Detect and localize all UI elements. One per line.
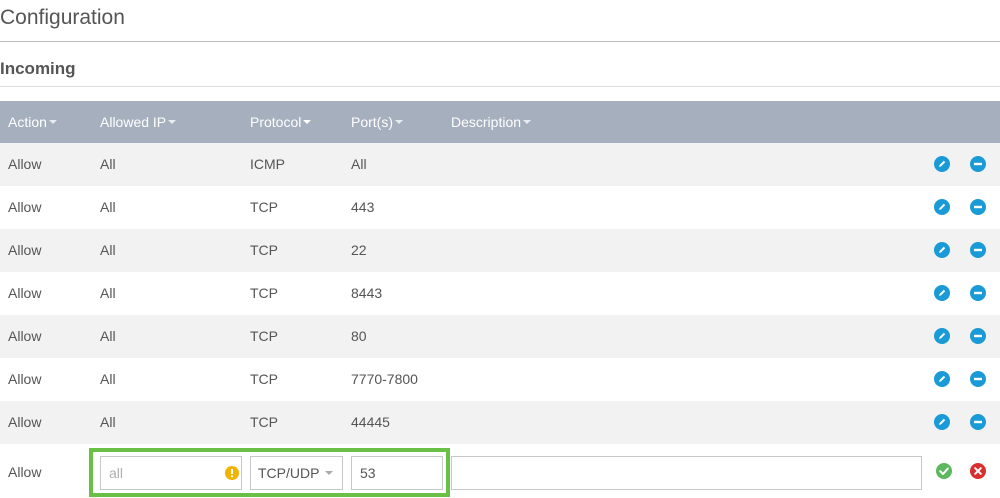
cell-allowed-ip: All <box>100 242 116 258</box>
confirm-rule-button[interactable] <box>936 463 952 479</box>
minus-circle-icon <box>970 199 986 215</box>
cell-allowed-ip: All <box>100 414 116 430</box>
cell-ports: 80 <box>351 328 367 344</box>
new-rule-action: Allow <box>8 464 42 480</box>
sort-caret-icon <box>303 120 312 125</box>
cell-ports: 443 <box>351 199 375 215</box>
minus-circle-icon <box>970 328 986 344</box>
column-header-label: Protocol <box>250 114 302 130</box>
remove-rule-button[interactable] <box>970 414 986 430</box>
column-header-action[interactable]: Action <box>8 101 57 143</box>
cell-allowed-ip: All <box>100 285 116 301</box>
remove-rule-button[interactable] <box>970 156 986 172</box>
remove-rule-button[interactable] <box>970 328 986 344</box>
cell-action: Allow <box>8 242 42 258</box>
column-header-description[interactable]: Description <box>451 101 532 143</box>
minus-circle-icon <box>970 371 986 387</box>
x-circle-icon <box>970 463 986 479</box>
minus-circle-icon <box>970 156 986 172</box>
cell-ports: All <box>351 156 367 172</box>
sort-caret-icon <box>48 120 57 125</box>
cell-allowed-ip: All <box>100 371 116 387</box>
pencil-icon <box>934 285 950 301</box>
column-header-label: Description <box>451 114 522 130</box>
table-row: Allow All TCP 7770-7800 <box>0 358 1000 401</box>
table-row: Allow All TCP 22 <box>0 229 1000 272</box>
minus-circle-icon <box>970 285 986 301</box>
warning-icon <box>225 466 239 480</box>
section-title-incoming: Incoming <box>0 59 76 78</box>
cell-allowed-ip: All <box>100 199 116 215</box>
sort-caret-icon <box>523 120 532 125</box>
cell-action: Allow <box>8 371 42 387</box>
allowed-ip-input[interactable] <box>100 456 242 490</box>
sort-caret-icon <box>395 120 403 125</box>
check-circle-icon <box>936 463 952 479</box>
table-row: Allow All ICMP All <box>0 143 1000 186</box>
cell-protocol: TCP <box>250 414 278 430</box>
table-header: Action Allowed IP Protocol Port(s) Descr… <box>0 101 1000 143</box>
edit-rule-button[interactable] <box>934 242 950 258</box>
edit-rule-button[interactable] <box>934 371 950 387</box>
minus-circle-icon <box>970 414 986 430</box>
ports-input[interactable] <box>351 456 443 490</box>
cell-protocol: TCP <box>250 328 278 344</box>
pencil-icon <box>934 242 950 258</box>
title-divider <box>0 41 1000 42</box>
edit-rule-button[interactable] <box>934 156 950 172</box>
protocol-select[interactable]: TCP/UDP <box>250 456 343 490</box>
cell-protocol: TCP <box>250 242 278 258</box>
column-header-label: Port(s) <box>351 114 393 130</box>
cell-action: Allow <box>8 199 42 215</box>
pencil-icon <box>934 371 950 387</box>
pencil-icon <box>934 199 950 215</box>
column-header-label: Allowed IP <box>100 114 167 130</box>
cell-ports: 44445 <box>351 414 390 430</box>
edit-rule-button[interactable] <box>934 199 950 215</box>
table-row: Allow All TCP 443 <box>0 186 1000 229</box>
cell-protocol: TCP <box>250 371 278 387</box>
column-header-protocol[interactable]: Protocol <box>250 101 312 143</box>
chevron-down-icon <box>325 471 333 475</box>
remove-rule-button[interactable] <box>970 371 986 387</box>
table-row: Allow All TCP 80 <box>0 315 1000 358</box>
cell-ports: 7770-7800 <box>351 371 418 387</box>
pencil-icon <box>934 328 950 344</box>
page-title: Configuration <box>0 6 125 29</box>
edit-rule-button[interactable] <box>934 328 950 344</box>
cell-ports: 22 <box>351 242 367 258</box>
sort-caret-icon <box>168 120 177 125</box>
table-row: Allow All TCP 8443 <box>0 272 1000 315</box>
cell-allowed-ip: All <box>100 156 116 172</box>
cell-action: Allow <box>8 285 42 301</box>
cell-protocol: TCP <box>250 199 278 215</box>
cell-protocol: TCP <box>250 285 278 301</box>
cell-action: Allow <box>8 156 42 172</box>
remove-rule-button[interactable] <box>970 242 986 258</box>
minus-circle-icon <box>970 242 986 258</box>
pencil-icon <box>934 414 950 430</box>
cell-protocol: ICMP <box>250 156 285 172</box>
edit-rule-button[interactable] <box>934 285 950 301</box>
column-header-ports[interactable]: Port(s) <box>351 101 403 143</box>
description-input[interactable] <box>451 456 922 490</box>
edit-rule-button[interactable] <box>934 414 950 430</box>
protocol-select-value: TCP/UDP <box>258 465 320 481</box>
column-header-allowed-ip[interactable]: Allowed IP <box>100 101 177 143</box>
cell-action: Allow <box>8 414 42 430</box>
cell-action: Allow <box>8 328 42 344</box>
cancel-rule-button[interactable] <box>970 463 986 479</box>
column-header-label: Action <box>8 114 47 130</box>
cell-allowed-ip: All <box>100 328 116 344</box>
remove-rule-button[interactable] <box>970 285 986 301</box>
cell-ports: 8443 <box>351 285 383 301</box>
table-row: Allow All TCP 44445 <box>0 401 1000 444</box>
pencil-icon <box>934 156 950 172</box>
remove-rule-button[interactable] <box>970 199 986 215</box>
section-divider <box>0 86 1000 87</box>
